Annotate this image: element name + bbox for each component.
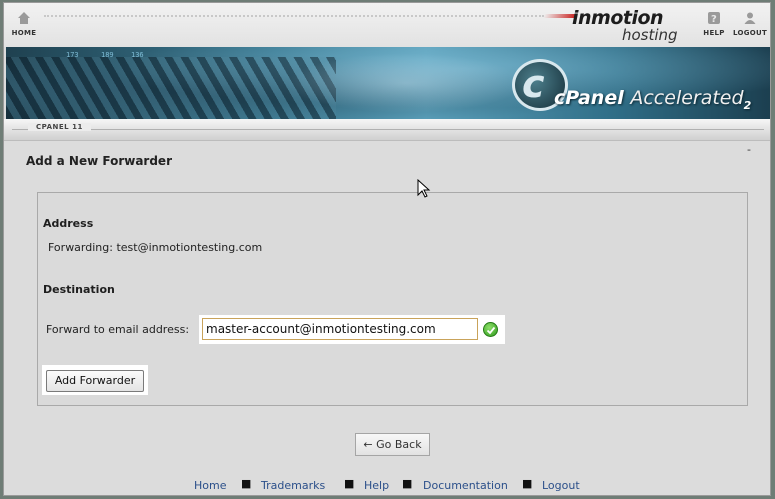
footer-separator: ■ [402,477,413,490]
help-label: HELP [703,29,725,37]
network-cables-graphic [6,57,336,119]
top-divider [44,15,544,17]
logout-button[interactable]: LOGOUT [732,11,768,37]
user-icon [744,12,756,24]
help-button[interactable]: ? HELP [696,11,732,37]
footer-link-home[interactable]: Home [194,479,226,492]
add-button-highlight: Add Forwarder [42,365,148,395]
footer-separator: ■ [522,477,533,490]
breadcrumb-line [12,129,764,130]
footer-link-help[interactable]: Help [364,479,389,492]
logout-label: LOGOUT [732,29,768,37]
cpanel-logo-letter: c [522,62,545,106]
cpanel-window: HOME inmotion hosting ? HELP LOGOUT 173 … [3,2,771,496]
help-icon: ? [708,12,720,25]
logo-secondary-text: hosting [622,26,678,44]
forwarding-value: test@inmotiontesting.com [116,241,263,254]
cpanel-accelerated-title: cPanel Accelerated2 [554,87,751,112]
forwarder-form-panel: Address Forwarding: test@inmotiontesting… [37,192,748,406]
home-icon [18,12,30,24]
home-button[interactable]: HOME [6,11,42,37]
footer-separator: ■ [344,477,355,490]
mouse-cursor-icon [417,179,431,198]
address-heading: Address [43,217,94,230]
led-readout: 173 [66,51,79,59]
breadcrumb: CPANEL 11 [4,119,770,141]
inmotion-hosting-logo: inmotion hosting [543,7,684,45]
footer-separator: ■ [241,477,252,490]
version-mark: 2 [743,98,752,112]
breadcrumb-label[interactable]: CPANEL 11 [28,123,91,131]
led-readout: 136 [131,51,144,59]
world-map-graphic [286,53,526,113]
forwarding-label: Forwarding: [48,241,113,254]
home-label: HOME [11,29,37,37]
svg-text:?: ? [711,14,717,25]
cpanel-banner: 173 189 136 c cPanel Accelerated2 [6,47,770,119]
top-bar: HOME inmotion hosting ? HELP LOGOUT [4,3,770,47]
footer-link-trademarks[interactable]: Trademarks [261,479,325,492]
footer-link-logout[interactable]: Logout [542,479,580,492]
footer-links: Home ■ Trademarks ■ Help ■ Documentation… [4,477,770,495]
collapse-dash[interactable]: - [747,143,751,156]
valid-check-icon [483,322,498,337]
forward-to-label: Forward to email address: [46,323,190,336]
footer-link-documentation[interactable]: Documentation [423,479,508,492]
email-field-highlight [199,315,505,344]
cpanel-text: cPanel [554,87,624,109]
accelerated-text: Accelerated [630,87,744,109]
forward-to-email-input[interactable] [202,318,478,340]
add-forwarder-button[interactable]: Add Forwarder [46,369,144,392]
go-back-button[interactable]: ← Go Back [355,433,430,456]
page-title: Add a New Forwarder [26,154,172,168]
led-readout: 189 [101,51,114,59]
forwarding-line: Forwarding: test@inmotiontesting.com [48,241,262,254]
destination-heading: Destination [43,283,115,296]
